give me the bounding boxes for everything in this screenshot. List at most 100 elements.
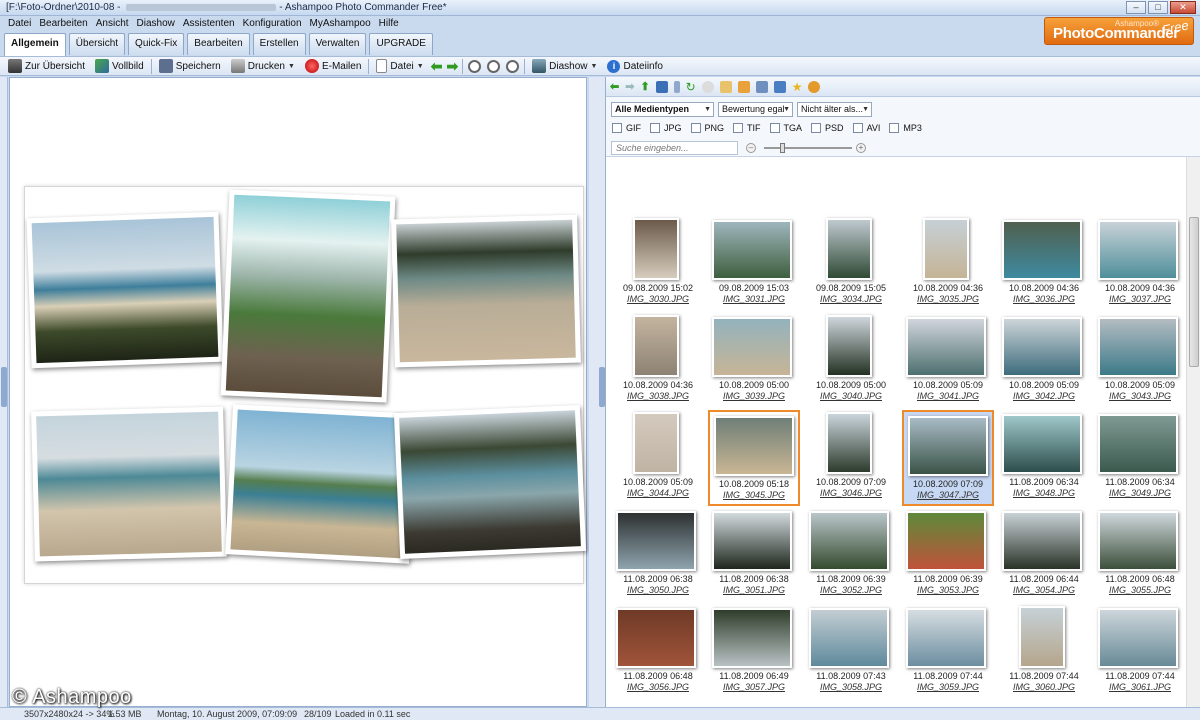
thumbnail-image[interactable]: [714, 416, 794, 476]
menu-assistenten[interactable]: Assistenten: [183, 18, 235, 29]
thumbnail-item[interactable]: 11.08.2009 06:48 IMG_3055.JPG: [1094, 507, 1186, 603]
thumbnail-item[interactable]: 10.08.2009 05:00 IMG_3039.JPG: [708, 313, 800, 409]
tab-upgrade[interactable]: UPGRADE: [369, 33, 433, 55]
tab-verwalten[interactable]: Verwalten: [308, 33, 367, 55]
thumbnail-filename[interactable]: IMG_3034.JPG: [805, 294, 897, 304]
checkbox-tga[interactable]: TGA: [769, 123, 802, 133]
thumbnail-item[interactable]: 10.08.2009 05:09 IMG_3043.JPG: [1094, 313, 1186, 409]
menu-myashampoo[interactable]: MyAshampoo: [310, 18, 371, 29]
thumbnail-filename[interactable]: IMG_3045.JPG: [710, 490, 798, 500]
forward-arrow-icon[interactable]: ➡: [444, 58, 460, 75]
layout-icon[interactable]: [773, 80, 786, 93]
tag-icon[interactable]: [808, 80, 821, 93]
minimize-button[interactable]: –: [1126, 1, 1146, 14]
thumbnail-filename[interactable]: IMG_3055.JPG: [1094, 585, 1186, 595]
thumbnail-filename[interactable]: IMG_3060.JPG: [998, 682, 1090, 692]
thumbnail-image[interactable]: [826, 315, 872, 377]
thumbnail-image[interactable]: [712, 511, 792, 571]
thumbnail-image[interactable]: [712, 220, 792, 280]
menu-ansicht[interactable]: Ansicht: [96, 18, 129, 29]
thumbnail-filename[interactable]: IMG_3038.JPG: [612, 391, 704, 401]
thumbnail-image[interactable]: [633, 218, 679, 280]
thumbnail-item[interactable]: 09.08.2009 10:54IMG_3027.JPG: [902, 157, 994, 215]
back-arrow-icon[interactable]: ⬅: [610, 80, 619, 93]
sort-order-icon[interactable]: [755, 80, 768, 93]
thumbnail-filename[interactable]: IMG_3047.JPG: [904, 490, 992, 500]
thumbnail-item[interactable]: 11.08.2009 06:34 IMG_3048.JPG: [998, 410, 1090, 506]
thumbnail-item[interactable]: 10.08.2009 05:18 IMG_3045.JPG: [708, 410, 800, 506]
checkbox-png[interactable]: PNG: [690, 123, 724, 133]
thumbnail-image[interactable]: [923, 218, 969, 280]
view-icon[interactable]: [655, 80, 668, 93]
thumbnail-item[interactable]: 10.08.2009 07:09 IMG_3047.JPG: [902, 410, 994, 506]
thumbnail-item[interactable]: 10.08.2009 05:00 IMG_3040.JPG: [805, 313, 897, 409]
thumbnail-image[interactable]: [809, 511, 889, 571]
thumbnail-image[interactable]: [826, 412, 872, 474]
thumbnail-item[interactable]: 10.08.2009 07:09 IMG_3046.JPG: [805, 410, 897, 506]
checkbox-box[interactable]: [733, 123, 744, 133]
thumbnail-image[interactable]: [633, 412, 679, 474]
rating-select[interactable]: Bewertung egal ▼: [718, 102, 793, 117]
thumbnail-filename[interactable]: IMG_3050.JPG: [612, 585, 704, 595]
thumbnail-item[interactable]: 11.08.2009 07:44 IMG_3061.JPG: [1094, 604, 1186, 700]
thumbnail-filename[interactable]: IMG_3040.JPG: [805, 391, 897, 401]
thumbnail-item[interactable]: 09.08.2009 10:55IMG_3028.JPG: [998, 157, 1090, 215]
checkbox-avi[interactable]: AVI: [852, 123, 880, 133]
forward-arrow-icon[interactable]: ➡: [625, 80, 634, 93]
checkbox-box[interactable]: [690, 123, 701, 133]
zoom-in-icon[interactable]: [506, 59, 520, 73]
slideshow-button[interactable]: Diashow ▼: [527, 57, 602, 75]
fullscreen-button[interactable]: Vollbild: [90, 57, 149, 75]
thumbnail-filename[interactable]: IMG_3061.JPG: [1094, 682, 1186, 692]
thumbnail-item[interactable]: 09.08.2009 02:24IMG_3023.JPG: [612, 157, 704, 215]
print-button[interactable]: Drucken ▼: [226, 57, 300, 75]
tab-bearbeiten[interactable]: Bearbeiten: [187, 33, 250, 55]
scrollbar-thumb[interactable]: [1189, 217, 1199, 367]
thumbnail-item[interactable]: 10.08.2009 05:09 IMG_3044.JPG: [612, 410, 704, 506]
tab-uebersicht[interactable]: Übersicht: [68, 33, 126, 55]
age-select[interactable]: Nicht älter als... ▼: [797, 102, 872, 117]
thumbnail-item[interactable]: 11.08.2009 06:38 IMG_3050.JPG: [612, 507, 704, 603]
up-arrow-icon[interactable]: ⬆: [640, 80, 649, 93]
checkbox-box[interactable]: [769, 123, 780, 133]
thumbnail-item[interactable]: 10.08.2009 04:36 IMG_3036.JPG: [998, 216, 1090, 312]
slider-handle[interactable]: [780, 143, 785, 153]
search-icon[interactable]: [701, 80, 714, 93]
menu-bearbeiten[interactable]: Bearbeiten: [39, 18, 87, 29]
checkbox-box[interactable]: [612, 123, 622, 133]
thumbnail-filename[interactable]: IMG_3035.JPG: [902, 294, 994, 304]
thumbnail-image[interactable]: [826, 218, 872, 280]
file-menu-button[interactable]: Datei ▼: [371, 57, 428, 75]
menu-hilfe[interactable]: Hilfe: [379, 18, 399, 29]
thumbnail-item[interactable]: 11.08.2009 06:39 IMG_3053.JPG: [902, 507, 994, 603]
thumbnail-item[interactable]: 11.08.2009 06:38 IMG_3051.JPG: [708, 507, 800, 603]
pane-splitter[interactable]: [589, 77, 605, 707]
thumbnail-filename[interactable]: IMG_3031.JPG: [708, 294, 800, 304]
thumbnail-filename[interactable]: IMG_3036.JPG: [998, 294, 1090, 304]
thumbnail-filename[interactable]: IMG_3052.JPG: [805, 585, 897, 595]
thumbnail-item[interactable]: 11.08.2009 06:34 IMG_3049.JPG: [1094, 410, 1186, 506]
thumbnail-image[interactable]: [1098, 608, 1178, 668]
left-panel-collapse[interactable]: [0, 77, 8, 707]
search-input[interactable]: Suche eingeben...: [611, 141, 738, 155]
thumbnail-image[interactable]: [1002, 220, 1082, 280]
thumbnail-image[interactable]: [908, 416, 988, 476]
menu-konfiguration[interactable]: Konfiguration: [243, 18, 302, 29]
slider-track[interactable]: [764, 147, 852, 149]
thumbnail-filename[interactable]: IMG_3042.JPG: [998, 391, 1090, 401]
checkbox-tif[interactable]: TIF: [733, 123, 761, 133]
thumbnail-item[interactable]: 10.08.2009 05:09 IMG_3041.JPG: [902, 313, 994, 409]
tab-erstellen[interactable]: Erstellen: [252, 33, 306, 55]
thumbnail-item[interactable]: 11.08.2009 07:44 IMG_3060.JPG: [998, 604, 1090, 700]
thumbnail-image[interactable]: [1098, 220, 1178, 280]
thumbnail-item[interactable]: 09.08.2009 10:55IMG_3029.JPG: [1094, 157, 1186, 215]
thumbnail-image[interactable]: [712, 317, 792, 377]
move-icon[interactable]: [737, 80, 750, 93]
thumbnail-item[interactable]: 10.08.2009 04:36 IMG_3038.JPG: [612, 313, 704, 409]
thumbnail-item[interactable]: 10.08.2009 04:36 IMG_3037.JPG: [1094, 216, 1186, 312]
thumbnail-filename[interactable]: IMG_3044.JPG: [612, 488, 704, 498]
thumbnail-filename[interactable]: IMG_3041.JPG: [902, 391, 994, 401]
thumbnail-item[interactable]: 09.08.2009 02:25IMG_3024.JPG: [708, 157, 800, 215]
sort-icon[interactable]: [673, 80, 680, 93]
thumbnail-filename[interactable]: IMG_3059.JPG: [902, 682, 994, 692]
